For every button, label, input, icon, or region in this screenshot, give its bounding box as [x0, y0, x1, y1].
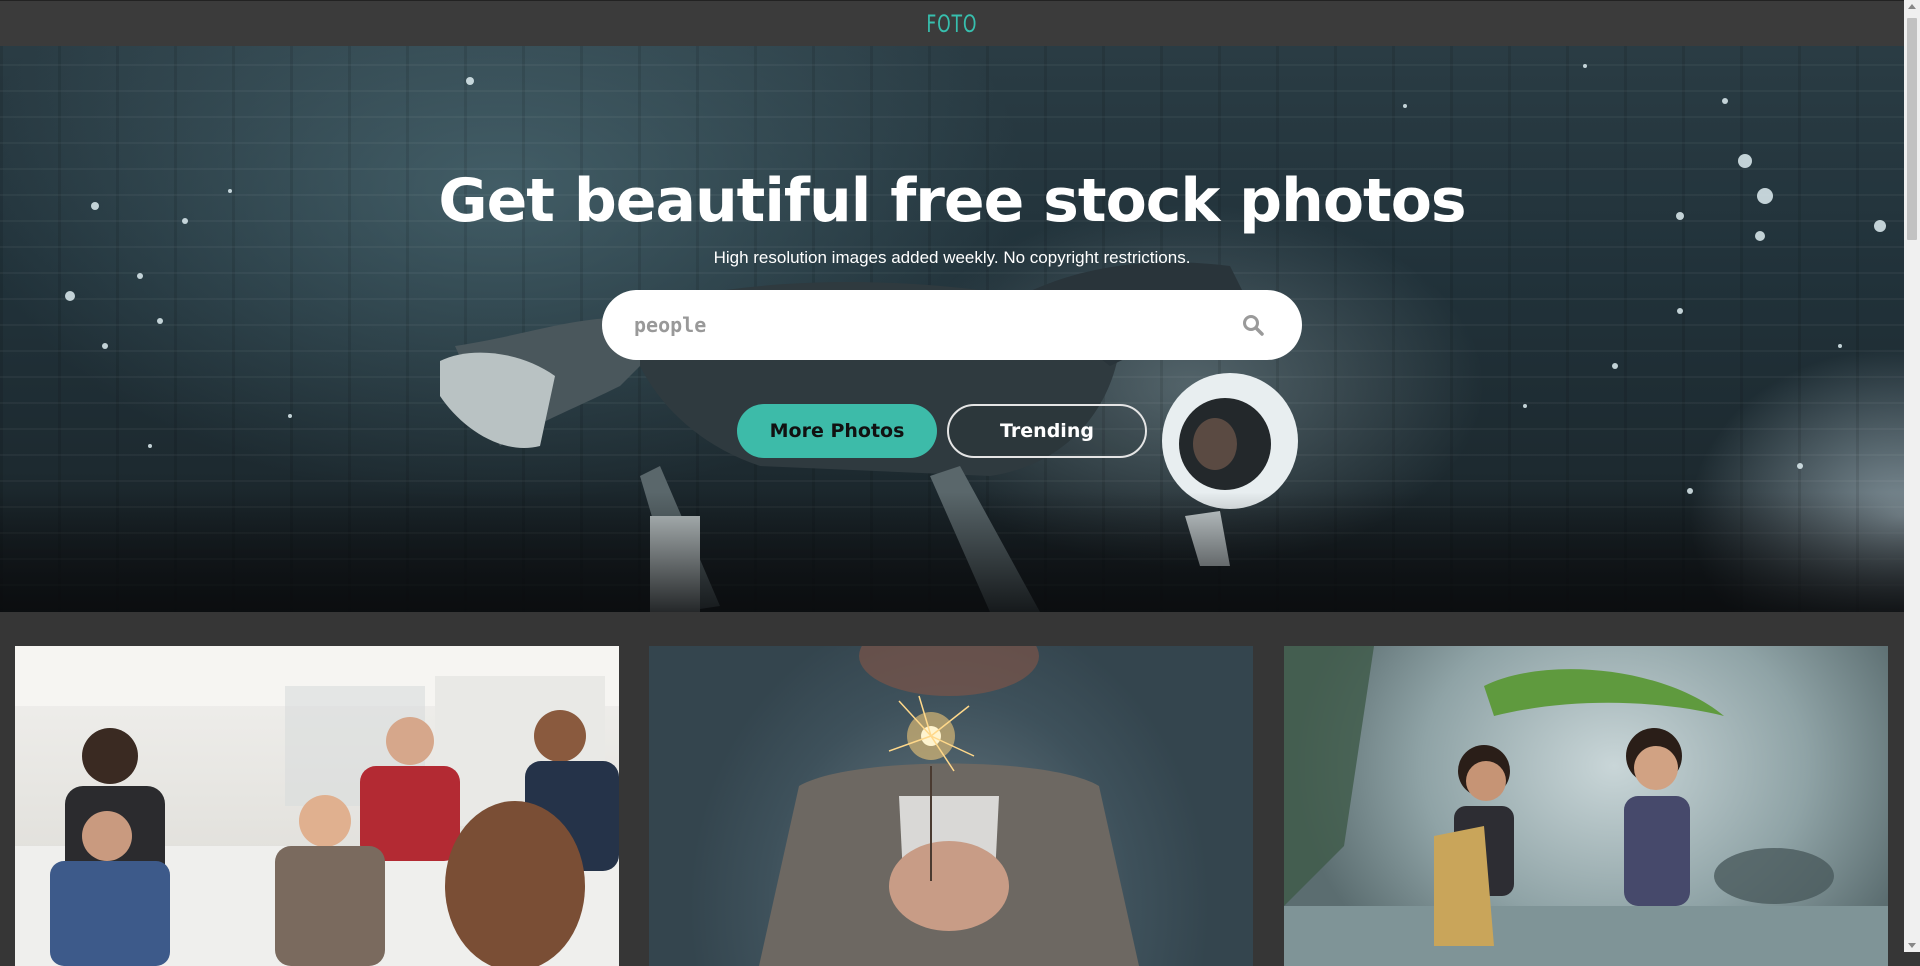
more-photos-button[interactable]: More Photos — [737, 404, 937, 458]
page-scrollbar[interactable] — [1904, 0, 1920, 952]
trending-button[interactable]: Trending — [947, 404, 1147, 458]
team-meeting-photo — [15, 646, 619, 966]
scrollbar-thumb[interactable] — [1907, 18, 1917, 240]
brand-logo[interactable]: FOTO — [927, 10, 978, 38]
photo-card-team-meeting[interactable] — [15, 646, 619, 966]
hero-subtitle: High resolution images added weekly. No … — [713, 248, 1191, 267]
photo-card-kids-rain[interactable] — [1284, 646, 1888, 966]
hero-title: Get beautiful free stock photos — [438, 166, 1466, 236]
search-input[interactable] — [632, 312, 1216, 338]
search-icon[interactable] — [1242, 314, 1264, 336]
kids-in-rain-photo — [1284, 646, 1888, 966]
top-navbar: FOTO — [0, 0, 1904, 46]
search-bar — [602, 290, 1302, 360]
scroll-down-arrow-icon[interactable] — [1908, 943, 1916, 948]
hero-banner: Get beautiful free stock photos High res… — [0, 46, 1904, 612]
photo-card-sparkler[interactable] — [649, 646, 1253, 966]
sparkler-photo — [759, 646, 1139, 966]
hero-bottom-shade — [0, 492, 1904, 612]
scroll-up-arrow-icon[interactable] — [1908, 4, 1916, 9]
photo-gallery — [0, 612, 1904, 966]
